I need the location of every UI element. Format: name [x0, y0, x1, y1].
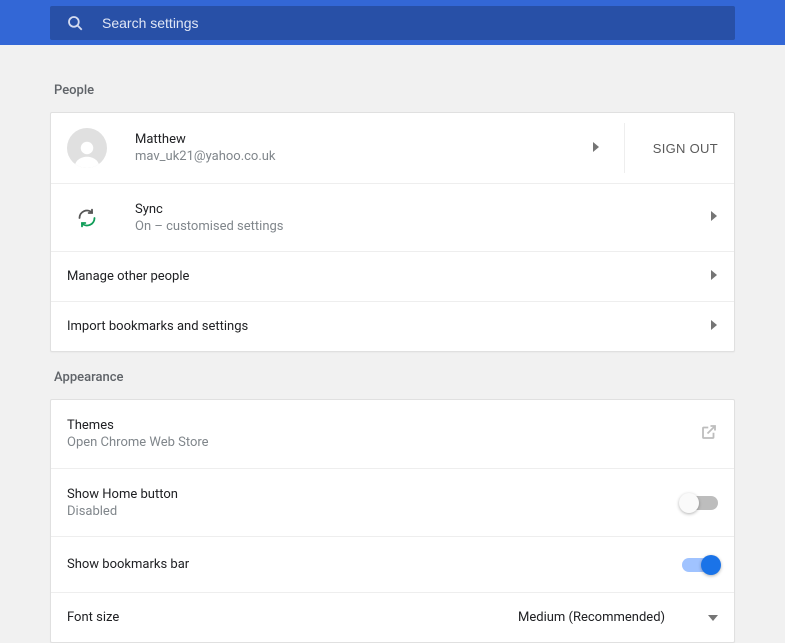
settings-content: People Matthew mav_uk21@yahoo.co.uk SIGN… — [0, 45, 785, 643]
import-bookmarks-row[interactable]: Import bookmarks and settings — [51, 301, 734, 351]
themes-sub: Open Chrome Web Store — [67, 435, 700, 450]
home-button-toggle[interactable] — [682, 496, 718, 510]
bookmarks-bar-toggle[interactable] — [682, 558, 718, 572]
search-input[interactable] — [102, 15, 719, 31]
sign-out-wrap: SIGN OUT — [624, 123, 718, 173]
search-icon — [66, 14, 84, 32]
chevron-right-icon — [710, 269, 718, 284]
font-size-select[interactable]: Medium (Recommended) — [518, 610, 718, 625]
sync-icon — [67, 208, 107, 228]
account-name: Matthew — [135, 132, 592, 147]
sign-out-button[interactable]: SIGN OUT — [653, 141, 718, 156]
manage-people-label: Manage other people — [67, 269, 710, 284]
sync-title: Sync — [135, 202, 710, 217]
avatar — [67, 128, 107, 168]
toggle-knob — [701, 555, 721, 575]
header-bar — [0, 0, 785, 45]
people-card: Matthew mav_uk21@yahoo.co.uk SIGN OUT Sy… — [50, 112, 735, 352]
sync-status: On – customised settings — [135, 219, 710, 234]
themes-title: Themes — [67, 418, 700, 433]
section-title-appearance: Appearance — [54, 370, 731, 385]
account-text: Matthew mav_uk21@yahoo.co.uk — [135, 132, 592, 164]
home-button-title: Show Home button — [67, 487, 682, 502]
home-button-row: Show Home button Disabled — [51, 468, 734, 536]
font-size-title: Font size — [67, 610, 518, 625]
font-size-value: Medium (Recommended) — [518, 610, 665, 625]
search-bar[interactable] — [50, 6, 735, 40]
open-external-icon — [700, 423, 718, 445]
themes-row[interactable]: Themes Open Chrome Web Store — [51, 400, 734, 468]
chevron-down-icon — [708, 610, 718, 625]
chevron-right-icon — [710, 210, 718, 225]
sync-row[interactable]: Sync On – customised settings — [51, 183, 734, 251]
chevron-right-icon — [710, 319, 718, 334]
font-size-row: Font size Medium (Recommended) — [51, 592, 734, 642]
import-bookmarks-label: Import bookmarks and settings — [67, 319, 710, 334]
account-email: mav_uk21@yahoo.co.uk — [135, 149, 592, 164]
account-row[interactable]: Matthew mav_uk21@yahoo.co.uk SIGN OUT — [51, 113, 734, 183]
bookmarks-bar-row: Show bookmarks bar — [51, 536, 734, 592]
appearance-card: Themes Open Chrome Web Store Show Home b… — [50, 399, 735, 643]
manage-people-row[interactable]: Manage other people — [51, 251, 734, 301]
toggle-knob — [679, 493, 699, 513]
sync-text: Sync On – customised settings — [135, 202, 710, 234]
home-button-status: Disabled — [67, 504, 682, 519]
bookmarks-bar-title: Show bookmarks bar — [67, 557, 682, 572]
chevron-right-icon — [592, 141, 600, 156]
section-title-people: People — [54, 83, 731, 98]
